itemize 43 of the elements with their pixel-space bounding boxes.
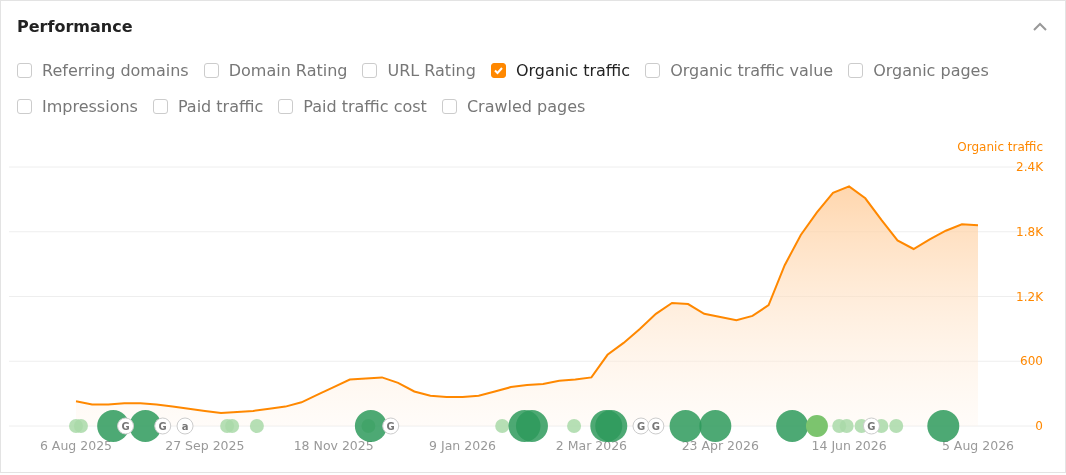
y-axis-label: 1.2K xyxy=(1016,289,1043,304)
legend-label: Organic traffic xyxy=(957,140,1043,154)
y-axis-label: 0 xyxy=(1035,419,1043,433)
update-badge[interactable]: G xyxy=(647,417,665,435)
x-axis-label: 23 Apr 2026 xyxy=(681,438,759,453)
update-badge[interactable]: G xyxy=(862,417,880,435)
checkbox-label[interactable]: Impressions xyxy=(42,96,138,116)
x-axis-label: 9 Jan 2026 xyxy=(429,438,497,453)
checkbox[interactable] xyxy=(203,62,219,78)
update-badge[interactable]: G xyxy=(154,417,172,435)
update-badge[interactable]: a xyxy=(176,417,194,435)
x-axis-label: 27 Sep 2025 xyxy=(165,438,245,453)
checkbox-label[interactable]: Paid traffic cost xyxy=(303,96,427,116)
checkbox-label[interactable]: Referring domains xyxy=(42,60,189,80)
checkbox[interactable] xyxy=(278,98,294,114)
checkbox[interactable] xyxy=(441,98,457,114)
checkbox[interactable] xyxy=(645,62,661,78)
checkbox-label[interactable]: Organic traffic value xyxy=(670,60,834,80)
chevron-up-icon[interactable] xyxy=(1033,22,1047,31)
checkbox[interactable] xyxy=(362,62,378,78)
checkbox-label[interactable]: URL Rating xyxy=(387,60,476,80)
checkbox[interactable] xyxy=(17,62,32,78)
y-axis-label: 600 xyxy=(1020,354,1043,369)
checkbox-label[interactable]: Organic pages xyxy=(873,60,989,80)
checkbox[interactable] xyxy=(152,98,168,114)
checkbox-label[interactable]: Domain Rating xyxy=(228,60,348,80)
y-axis-label: 1.8K xyxy=(1016,224,1043,239)
checkbox-label[interactable]: Crawled pages xyxy=(466,96,586,116)
x-axis-label: 5 Aug 2026 xyxy=(941,438,1015,453)
x-axis-label: 2 Mar 2026 xyxy=(555,438,628,453)
x-axis-label: 14 Jun 2026 xyxy=(811,438,887,453)
y-axis-label: 2.4K xyxy=(1016,160,1043,174)
update-badge[interactable]: G xyxy=(632,417,650,435)
checkbox-label[interactable]: Organic traffic xyxy=(515,60,631,80)
panel-title: Performance xyxy=(17,17,133,36)
checkbox-label[interactable]: Paid traffic xyxy=(177,96,264,116)
checkbox[interactable] xyxy=(490,62,506,78)
x-axis-label: 6 Aug 2025 xyxy=(39,438,113,453)
checkbox[interactable] xyxy=(17,98,32,114)
update-badge[interactable]: G xyxy=(117,417,135,435)
checkbox[interactable] xyxy=(848,62,864,78)
update-badge[interactable]: G xyxy=(382,417,400,435)
x-axis-label: 18 Nov 2025 xyxy=(293,438,374,453)
